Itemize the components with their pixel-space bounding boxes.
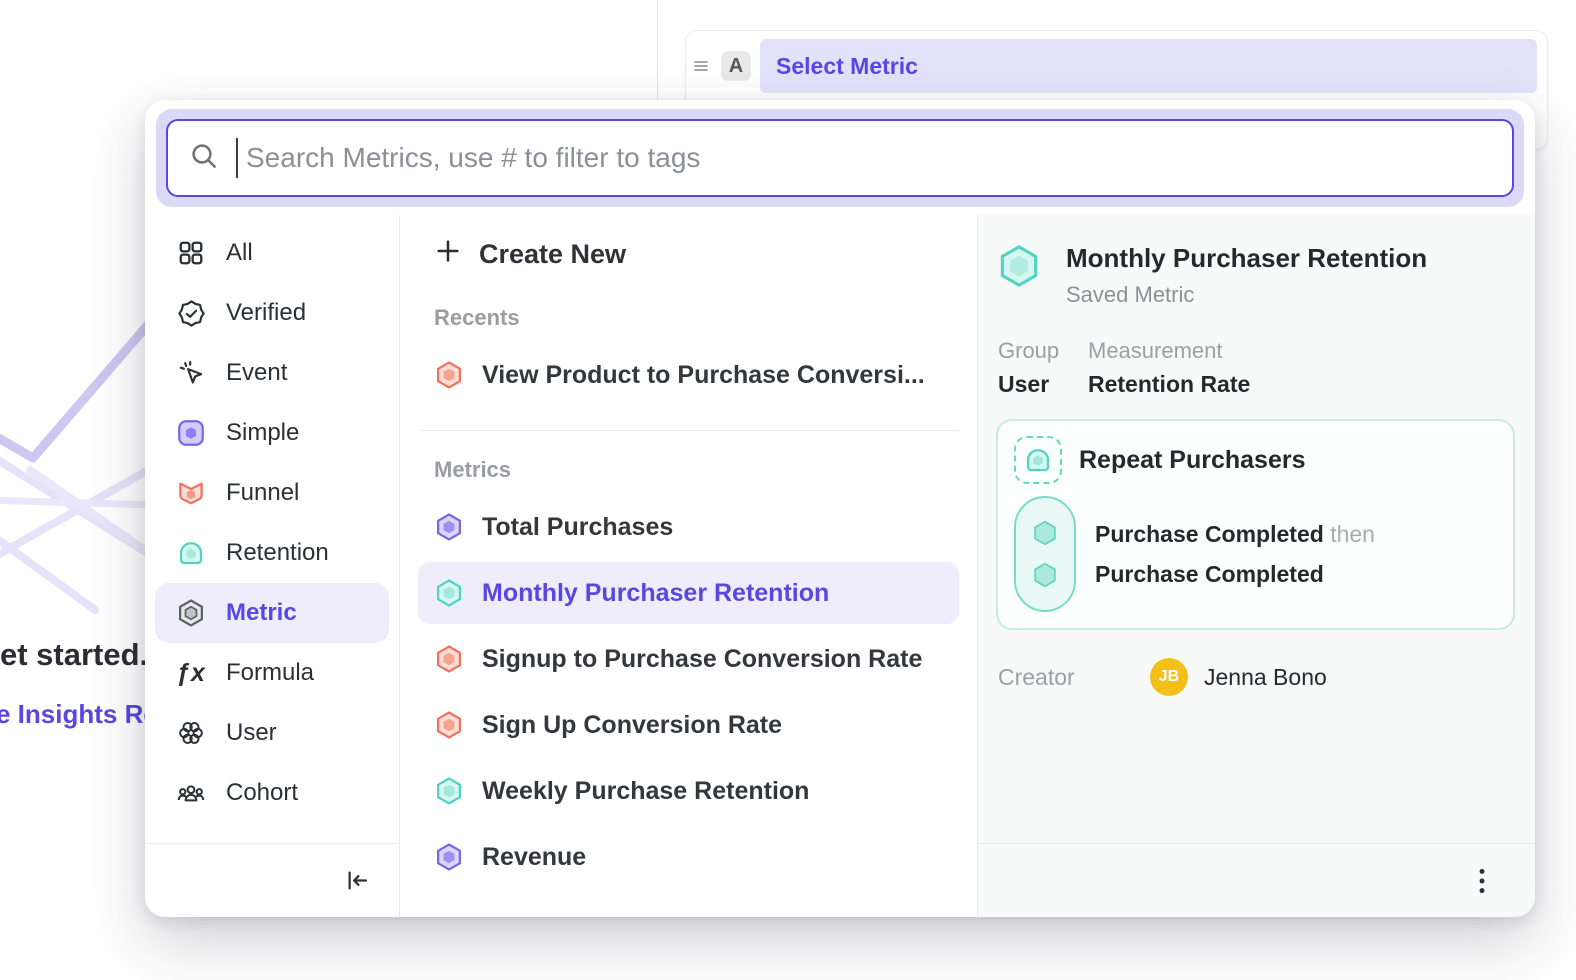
sidebar-footer <box>145 843 399 917</box>
group-value: User <box>998 371 1088 398</box>
detail-subtitle: Saved Metric <box>1066 282 1427 308</box>
hexagon-metric-icon <box>434 360 464 390</box>
creator-name: Jenna Bono <box>1204 664 1327 691</box>
funnel-metric-icon <box>175 477 207 509</box>
metric-row[interactable]: Revenue <box>418 826 959 888</box>
hexagon-metric-icon <box>434 578 464 608</box>
list-divider <box>418 430 959 431</box>
hexagon-metric-icon <box>434 710 464 740</box>
metric-row[interactable]: Weekly Purchase Retention <box>418 760 959 822</box>
metric-row[interactable]: Sign Up Conversion Rate <box>418 694 959 756</box>
cursor-click-icon <box>175 357 207 389</box>
sidebar-item-funnel[interactable]: Funnel <box>155 463 389 523</box>
avatar: JB <box>1150 658 1188 696</box>
filter-sidebar: All Verified Event <box>145 215 400 917</box>
search-icon <box>188 140 220 177</box>
drag-handle-icon[interactable] <box>692 54 712 78</box>
formula-icon: ƒx <box>175 657 207 689</box>
sidebar-item-verified[interactable]: Verified <box>155 283 389 343</box>
step-hexagon-icon <box>1031 561 1059 589</box>
hexagon-metric-icon <box>434 512 464 542</box>
creator-row: Creator JB Jenna Bono <box>996 658 1515 696</box>
step-hexagon-icon <box>1031 519 1059 547</box>
measurement-value: Retention Rate <box>1088 371 1250 398</box>
retention-definition-icon <box>1014 436 1062 484</box>
hexagon-metric-icon <box>434 842 464 872</box>
get-started-heading: et started. <box>0 637 148 673</box>
row-letter-badge: A <box>721 51 751 81</box>
metric-row[interactable]: Total Purchases <box>418 496 959 558</box>
retention-steps-capsule <box>1014 496 1076 612</box>
metrics-heading: Metrics <box>400 457 977 483</box>
sidebar-item-formula[interactable]: ƒx Formula <box>155 643 389 703</box>
metric-picker-modal: All Verified Event <box>145 100 1535 917</box>
search-input[interactable] <box>246 142 1492 174</box>
plus-icon <box>434 237 462 272</box>
user-cluster-icon <box>175 717 207 749</box>
sidebar-item-cohort[interactable]: Cohort <box>155 763 389 823</box>
verified-badge-icon <box>175 297 207 329</box>
definition-name: Repeat Purchasers <box>1079 446 1306 475</box>
metric-list-column: Create New Recents View Product to Purch… <box>400 215 978 917</box>
group-label: Group <box>998 338 1088 364</box>
sidebar-item-all[interactable]: All <box>155 223 389 283</box>
search-box[interactable] <box>166 119 1514 197</box>
retention-metric-icon <box>175 537 207 569</box>
collapse-left-icon[interactable] <box>344 867 371 894</box>
simple-metric-icon <box>175 417 207 449</box>
hexagon-metric-icon <box>434 644 464 674</box>
sidebar-item-simple[interactable]: Simple <box>155 403 389 463</box>
measurement-label: Measurement <box>1088 338 1250 364</box>
sidebar-item-metric[interactable]: Metric <box>155 583 389 643</box>
hexagon-metric-icon-teal <box>996 243 1042 308</box>
recent-item[interactable]: View Product to Purchase Conversi... <box>418 344 959 406</box>
hexagon-metric-icon <box>434 776 464 806</box>
kebab-menu-icon[interactable] <box>1469 865 1495 897</box>
sidebar-item-user[interactable]: User <box>155 703 389 763</box>
page-column-divider <box>657 0 658 100</box>
select-metric-button[interactable]: Select Metric <box>760 39 1537 93</box>
metric-row[interactable]: Signup to Purchase Conversion Rate <box>418 628 959 690</box>
definition-card: Repeat Purchasers Purchase Completed the… <box>996 419 1515 630</box>
sidebar-item-retention[interactable]: Retention <box>155 523 389 583</box>
detail-title: Monthly Purchaser Retention <box>1066 243 1427 274</box>
metric-detail-panel: Monthly Purchaser Retention Saved Metric… <box>978 215 1535 917</box>
creator-label: Creator <box>998 664 1150 691</box>
search-bar-surround <box>156 109 1524 207</box>
insights-report-link[interactable]: e Insights Re <box>0 699 158 730</box>
metric-hexagon-icon <box>175 597 207 629</box>
step-1: Purchase Completed then <box>1095 521 1375 548</box>
detail-footer <box>978 843 1535 917</box>
recents-heading: Recents <box>400 305 977 331</box>
step-2: Purchase Completed <box>1095 561 1375 588</box>
grid-icon <box>175 237 207 269</box>
cohort-icon <box>175 777 207 809</box>
text-caret <box>236 138 238 178</box>
sidebar-item-event[interactable]: Event <box>155 343 389 403</box>
metric-row-selected[interactable]: Monthly Purchaser Retention <box>418 562 959 624</box>
create-new-button[interactable]: Create New <box>400 229 977 279</box>
